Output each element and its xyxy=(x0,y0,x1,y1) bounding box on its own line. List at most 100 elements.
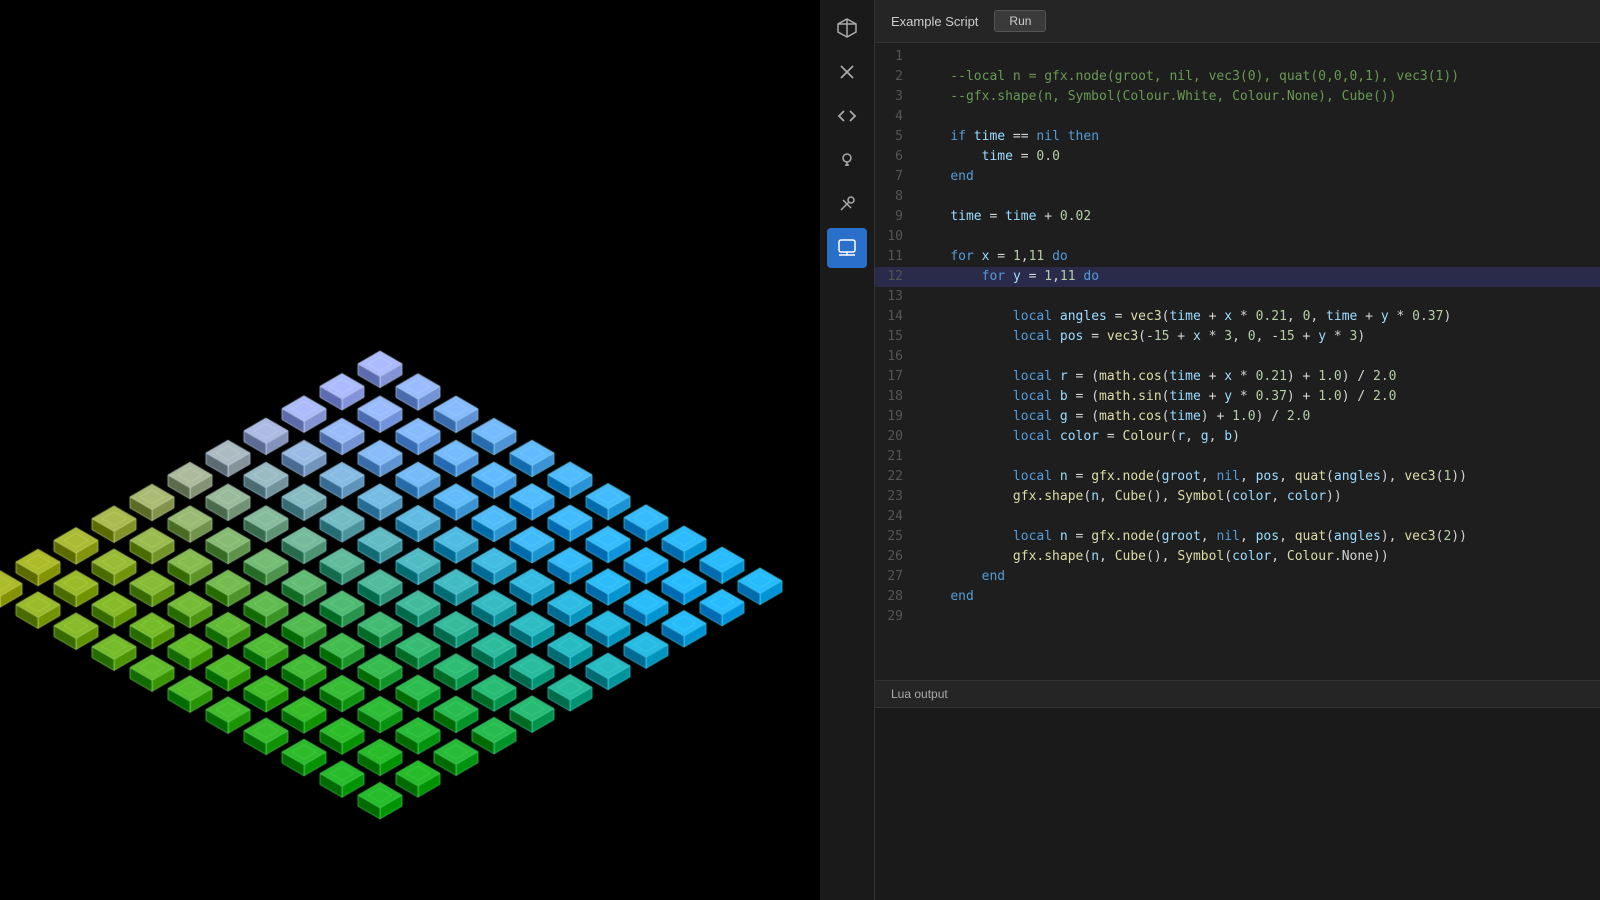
code-line: 15 local pos = vec3(-15 + x * 3, 0, -15 … xyxy=(875,327,1600,347)
line-number: 9 xyxy=(875,207,915,227)
run-button[interactable]: Run xyxy=(994,10,1046,32)
line-number: 24 xyxy=(875,507,915,527)
line-content: if time == nil then xyxy=(915,127,1099,147)
tools-icon[interactable] xyxy=(827,184,867,224)
line-number: 14 xyxy=(875,307,915,327)
line-number: 10 xyxy=(875,227,915,247)
code-line: 12 for y = 1,11 do xyxy=(875,267,1600,287)
line-number: 19 xyxy=(875,407,915,427)
sidebar xyxy=(820,0,875,900)
code-line: 21 xyxy=(875,447,1600,467)
close-icon[interactable] xyxy=(827,52,867,92)
line-number: 11 xyxy=(875,247,915,267)
line-number: 26 xyxy=(875,547,915,567)
code-line: 14 local angles = vec3(time + x * 0.21, … xyxy=(875,307,1600,327)
line-content: gfx.shape(n, Cube(), Symbol(color, Colou… xyxy=(915,547,1389,567)
line-number: 27 xyxy=(875,567,915,587)
line-content: end xyxy=(915,167,974,187)
line-number: 15 xyxy=(875,327,915,347)
line-content xyxy=(915,107,927,127)
line-content xyxy=(915,447,927,467)
line-content: for x = 1,11 do xyxy=(915,247,1068,267)
code-line: 28 end xyxy=(875,587,1600,607)
line-content: local pos = vec3(-15 + x * 3, 0, -15 + y… xyxy=(915,327,1365,347)
line-number: 6 xyxy=(875,147,915,167)
line-number: 16 xyxy=(875,347,915,367)
line-number: 12 xyxy=(875,267,915,287)
line-number: 22 xyxy=(875,467,915,487)
line-number: 8 xyxy=(875,187,915,207)
line-content: time = time + 0.02 xyxy=(915,207,1091,227)
code-line: 5 if time == nil then xyxy=(875,127,1600,147)
line-number: 20 xyxy=(875,427,915,447)
line-number: 5 xyxy=(875,127,915,147)
code-icon[interactable] xyxy=(827,96,867,136)
line-number: 2 xyxy=(875,67,915,87)
code-line: 7 end xyxy=(875,167,1600,187)
code-line: 1 xyxy=(875,47,1600,67)
line-content: --local n = gfx.node(groot, nil, vec3(0)… xyxy=(915,67,1459,87)
code-line: 19 local g = (math.cos(time) + 1.0) / 2.… xyxy=(875,407,1600,427)
line-content: time = 0.0 xyxy=(915,147,1060,167)
line-content: local color = Colour(r, g, b) xyxy=(915,427,1240,447)
line-content: local n = gfx.node(groot, nil, pos, quat… xyxy=(915,527,1467,547)
cube-icon[interactable] xyxy=(827,8,867,48)
line-content xyxy=(915,47,927,67)
code-line: 6 time = 0.0 xyxy=(875,147,1600,167)
code-line: 27 end xyxy=(875,567,1600,587)
line-content: local r = (math.cos(time + x * 0.21) + 1… xyxy=(915,367,1397,387)
lua-output-content xyxy=(875,708,1600,900)
line-content xyxy=(915,507,927,527)
code-line: 22 local n = gfx.node(groot, nil, pos, q… xyxy=(875,467,1600,487)
line-number: 28 xyxy=(875,587,915,607)
code-line: 9 time = time + 0.02 xyxy=(875,207,1600,227)
code-line: 2 --local n = gfx.node(groot, nil, vec3(… xyxy=(875,67,1600,87)
line-content xyxy=(915,607,927,627)
line-content: local b = (math.sin(time + y * 0.37) + 1… xyxy=(915,387,1397,407)
cube-canvas xyxy=(0,0,820,900)
lua-output-header: Lua output xyxy=(875,681,1600,708)
lightbulb-icon[interactable] xyxy=(827,140,867,180)
lua-output-panel: Lua output xyxy=(875,680,1600,900)
line-number: 29 xyxy=(875,607,915,627)
line-number: 21 xyxy=(875,447,915,467)
code-line: 29 xyxy=(875,607,1600,627)
code-header: Example Script Run xyxy=(875,0,1600,43)
line-content: gfx.shape(n, Cube(), Symbol(color, color… xyxy=(915,487,1342,507)
code-line: 24 xyxy=(875,507,1600,527)
line-number: 13 xyxy=(875,287,915,307)
line-content: --gfx.shape(n, Symbol(Colour.White, Colo… xyxy=(915,87,1396,107)
code-line: 20 local color = Colour(r, g, b) xyxy=(875,427,1600,447)
line-number: 4 xyxy=(875,107,915,127)
line-content: local g = (math.cos(time) + 1.0) / 2.0 xyxy=(915,407,1310,427)
person-icon[interactable] xyxy=(827,228,867,268)
line-content xyxy=(915,287,927,307)
line-number: 18 xyxy=(875,387,915,407)
line-content: end xyxy=(915,587,974,607)
code-line: 16 xyxy=(875,347,1600,367)
code-line: 4 xyxy=(875,107,1600,127)
line-number: 23 xyxy=(875,487,915,507)
code-line: 26 gfx.shape(n, Cube(), Symbol(color, Co… xyxy=(875,547,1600,567)
line-content: local n = gfx.node(groot, nil, pos, quat… xyxy=(915,467,1467,487)
code-editor[interactable]: 1 2 --local n = gfx.node(groot, nil, vec… xyxy=(875,43,1600,680)
code-line: 25 local n = gfx.node(groot, nil, pos, q… xyxy=(875,527,1600,547)
line-content xyxy=(915,347,927,367)
line-content: for y = 1,11 do xyxy=(915,267,1099,287)
code-line: 10 xyxy=(875,227,1600,247)
code-line: 13 xyxy=(875,287,1600,307)
line-number: 25 xyxy=(875,527,915,547)
line-content xyxy=(915,187,927,207)
viewport xyxy=(0,0,820,900)
code-line: 23 gfx.shape(n, Cube(), Symbol(color, co… xyxy=(875,487,1600,507)
code-line: 3 --gfx.shape(n, Symbol(Colour.White, Co… xyxy=(875,87,1600,107)
line-number: 1 xyxy=(875,47,915,67)
line-content xyxy=(915,227,927,247)
code-line: 8 xyxy=(875,187,1600,207)
line-number: 3 xyxy=(875,87,915,107)
code-line: 18 local b = (math.sin(time + y * 0.37) … xyxy=(875,387,1600,407)
code-line: 17 local r = (math.cos(time + x * 0.21) … xyxy=(875,367,1600,387)
line-number: 7 xyxy=(875,167,915,187)
code-title: Example Script xyxy=(891,14,978,29)
line-content: local angles = vec3(time + x * 0.21, 0, … xyxy=(915,307,1451,327)
